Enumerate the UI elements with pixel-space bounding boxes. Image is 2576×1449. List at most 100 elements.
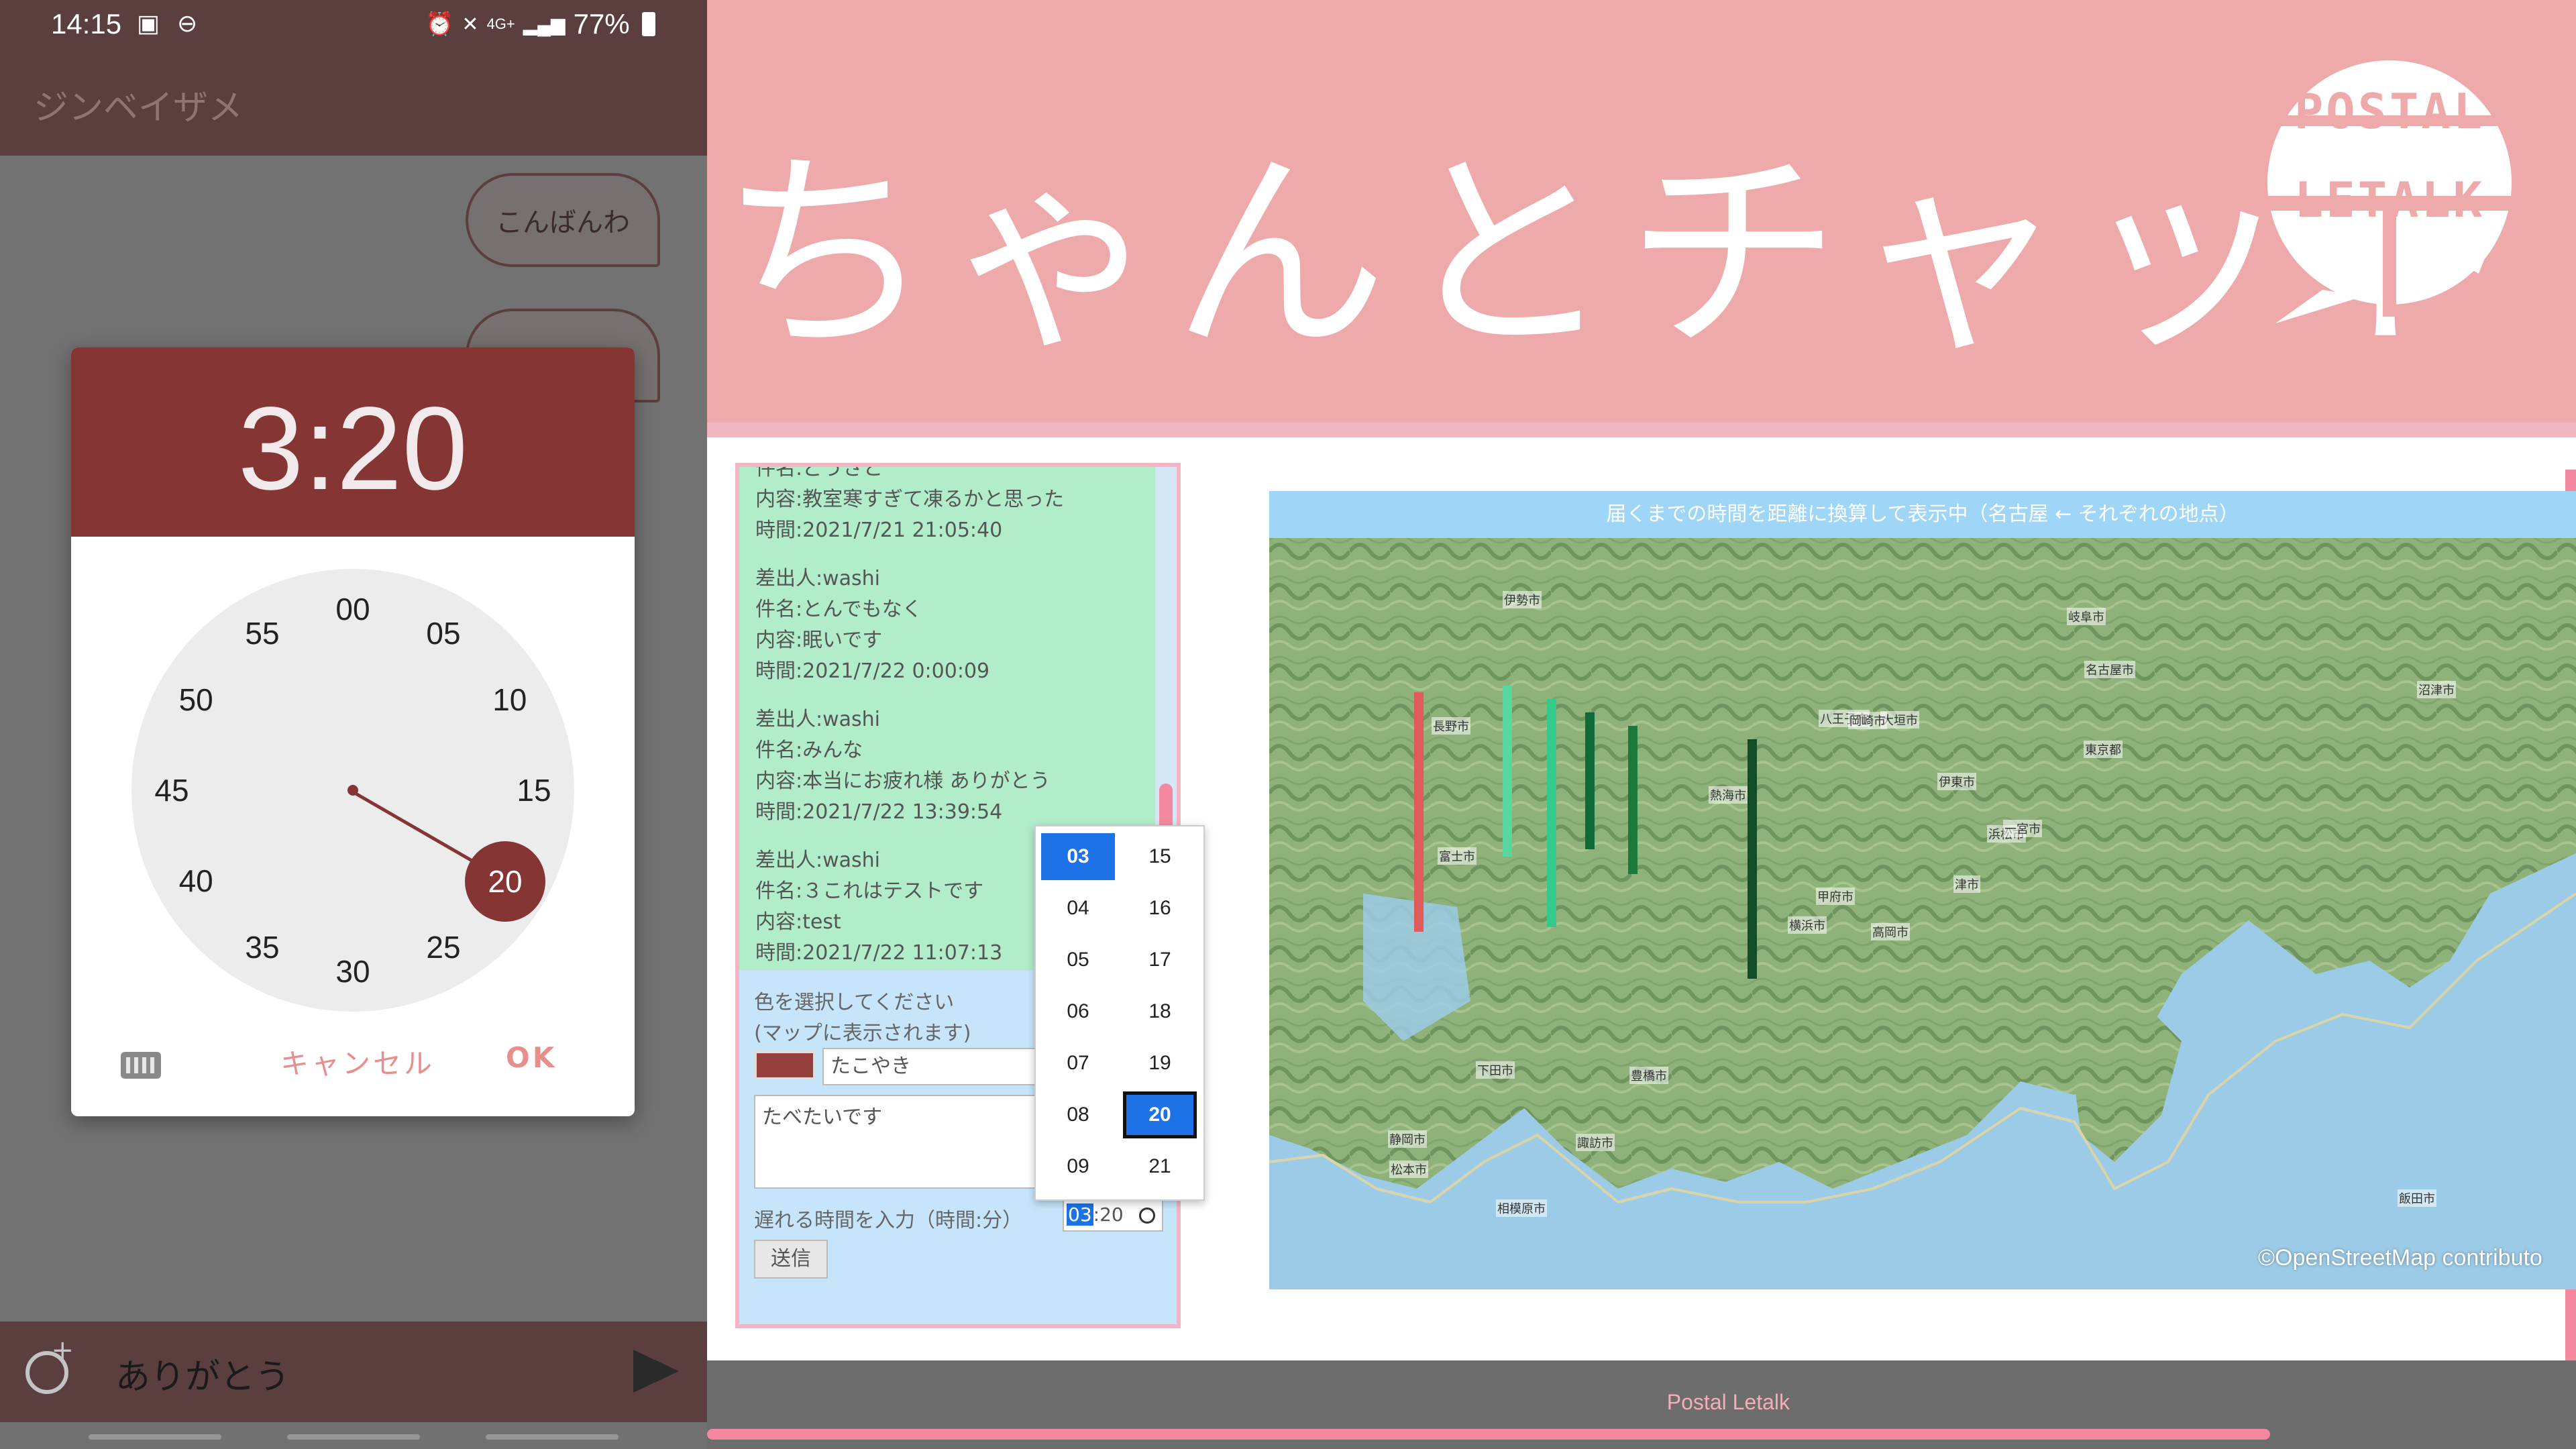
clock-face[interactable]: 00 05 10 15 25 30 35 40 45 50 55 20 xyxy=(131,569,574,1012)
map-town-label: 甲府市 xyxy=(1816,888,1855,905)
message-item[interactable]: 差出人:washi 件名:みんな内容:本当にお疲れ様 ありがとう 時間:2021/7… xyxy=(739,704,1155,828)
dropdown-hour-option[interactable]: 03 xyxy=(1041,833,1115,880)
status-time: 14:15 xyxy=(51,8,122,40)
color-label-line: (マップに表示されます) xyxy=(754,1022,971,1045)
logo-text-postal: POSTAL xyxy=(2294,83,2485,140)
map-town-label: 飯田市 xyxy=(2398,1189,2436,1207)
message-line: 件名:どうさと xyxy=(755,467,883,480)
battery-icon xyxy=(641,12,655,36)
content-textarea[interactable]: たべたいです xyxy=(754,1095,1056,1189)
dropdown-minute-option[interactable]: 21 xyxy=(1123,1143,1197,1190)
keyboard-icon[interactable] xyxy=(121,1052,161,1079)
web-app: 件名:どうさと 内容:教室寒すぎて凍るかと思った 時間:2021/7/21 21:0… xyxy=(707,423,2576,1449)
time-display[interactable]: 3:20 xyxy=(71,381,635,517)
send-button[interactable]: 送信 xyxy=(754,1240,828,1279)
distance-bar xyxy=(1547,699,1556,927)
title-input[interactable]: たこやき xyxy=(822,1048,1051,1085)
map-attribution[interactable]: ©OpenStreetMap contributo xyxy=(2258,1245,2542,1271)
battery-level: 77% xyxy=(573,8,630,40)
map-town-label: 松本市 xyxy=(1389,1161,1428,1178)
map-town-label: 長野市 xyxy=(1432,717,1470,735)
message-input-bar: ありがとう xyxy=(0,1322,707,1422)
message-line: 時間:2021/7/22 0:00:09 xyxy=(755,659,990,683)
dropdown-minute-option[interactable]: 19 xyxy=(1123,1040,1197,1087)
map-town-label: 沼津市 xyxy=(2417,681,2456,698)
time-input-hour[interactable]: 03 xyxy=(1067,1203,1093,1226)
dropdown-minute-option[interactable]: 16 xyxy=(1123,885,1197,932)
clock-number[interactable]: 15 xyxy=(507,770,561,810)
nav-recents-button[interactable] xyxy=(89,1434,221,1440)
map-town-label: 岡崎市 xyxy=(1848,712,1887,729)
message-line: 件名:とんでもなく xyxy=(755,598,922,621)
clock-number[interactable]: 50 xyxy=(169,680,223,720)
banner: ちゃんとチャット POSTAL LETALK xyxy=(707,0,2576,423)
clock-selected-minute[interactable]: 20 xyxy=(465,841,545,922)
cancel-button[interactable]: キャンセル xyxy=(280,1041,435,1082)
dropdown-minute-option[interactable]: 18 xyxy=(1123,988,1197,1035)
status-icons: ▣ ⊖ xyxy=(137,9,203,37)
distance-bar xyxy=(1503,686,1512,857)
message-line: 内容:本当にお疲れ様 ありがとう xyxy=(755,769,1051,793)
nav-back-button[interactable] xyxy=(486,1434,619,1440)
schedule-add-icon[interactable] xyxy=(25,1335,74,1394)
dropdown-hour-option[interactable]: 05 xyxy=(1041,936,1115,983)
message-line: 時間:2021/7/22 13:39:54 xyxy=(755,800,1003,824)
dropdown-minute-option[interactable]: 20 xyxy=(1123,1091,1197,1138)
map-town-label: 熱海市 xyxy=(1709,786,1748,804)
map-town-label: 豊橋市 xyxy=(1629,1067,1668,1084)
status-right: ⏰ ✕ 4G+ ▂▄▆ 77% xyxy=(425,8,655,40)
clock-number[interactable]: 30 xyxy=(326,951,380,991)
clock-number[interactable]: 40 xyxy=(169,861,223,901)
time-dropdown[interactable]: 03 04 05 06 07 08 09 15 16 17 18 19 20 21 xyxy=(1034,825,1205,1201)
chat-bubble[interactable]: こんばんわ xyxy=(466,173,660,267)
message-line: 件名:みんな xyxy=(755,739,863,762)
message-item[interactable]: 差出人:washi 件名:とんでもなく 内容:眠いです 時間:2021/7/22 0:… xyxy=(739,564,1155,687)
map-town-label: 名古屋市 xyxy=(2084,661,2135,678)
map-town-label: 富士市 xyxy=(1438,847,1477,865)
dropdown-hour-option[interactable]: 09 xyxy=(1041,1143,1115,1190)
distance-bar xyxy=(1414,692,1424,932)
clock-number[interactable]: 55 xyxy=(235,613,289,653)
message-line: 差出人:washi xyxy=(755,708,881,731)
postal-letalk-logo: POSTAL LETALK xyxy=(2262,48,2517,343)
dropdown-hour-option[interactable]: 04 xyxy=(1041,885,1115,932)
map[interactable]: 高岡市長野市甲府市静岡市浜松市豊橋市岐阜市大垣市名古屋市津市伊勢市飯田市富士市沼… xyxy=(1269,491,2576,1289)
nav-home-button[interactable] xyxy=(287,1434,420,1440)
navigation-bar xyxy=(0,1422,707,1449)
clock-number[interactable]: 10 xyxy=(483,680,537,720)
clock-number[interactable]: 05 xyxy=(417,613,470,653)
ok-button[interactable]: OK xyxy=(506,1041,557,1074)
clock-number[interactable]: 35 xyxy=(235,927,289,967)
dropdown-minute-option[interactable]: 17 xyxy=(1123,936,1197,983)
banner-title: ちゃんとチャット xyxy=(719,130,2531,380)
clock-number[interactable]: 45 xyxy=(145,770,199,810)
time-input-minute[interactable]: :20 xyxy=(1093,1203,1124,1226)
message-input[interactable]: ありがとう xyxy=(115,1348,290,1399)
map-town-label: 津市 xyxy=(1953,875,1980,893)
clock-icon[interactable] xyxy=(1139,1208,1155,1224)
delay-label: 遅れる時間を入力（時間:分） xyxy=(754,1209,1023,1232)
phone-screenshot: 14:15 ▣ ⊖ ⏰ ✕ 4G+ ▂▄▆ 77% ジンベイザメ こんばんわ 3… xyxy=(0,0,707,1449)
message-line: 差出人:washi xyxy=(755,567,881,590)
dropdown-hour-option[interactable]: 08 xyxy=(1041,1091,1115,1138)
status-bar: 14:15 ▣ ⊖ ⏰ ✕ 4G+ ▂▄▆ 77% xyxy=(0,0,707,48)
clock-number[interactable]: 00 xyxy=(326,589,380,629)
network-label: 4G+ xyxy=(486,15,515,32)
map-town-label: 諏訪市 xyxy=(1576,1134,1615,1151)
clock-number[interactable]: 25 xyxy=(417,927,470,967)
message-item[interactable]: 件名:どうさと 内容:教室寒すぎて凍るかと思った 時間:2021/7/21 21:0… xyxy=(739,467,1155,546)
dropdown-hour-option[interactable]: 07 xyxy=(1041,1040,1115,1087)
map-town-label: 伊勢市 xyxy=(1503,591,1542,608)
delay-time-input[interactable]: 03:20 xyxy=(1063,1198,1163,1232)
dropdown-hour-option[interactable]: 06 xyxy=(1041,988,1115,1035)
map-terrain xyxy=(1269,491,2576,1289)
send-icon[interactable] xyxy=(633,1350,679,1393)
color-picker[interactable] xyxy=(754,1051,816,1080)
map-town-label: 伊東市 xyxy=(1937,773,1976,790)
map-town-label: 一宮市 xyxy=(2003,820,2042,837)
clock-center xyxy=(347,785,358,796)
footer-stripe xyxy=(707,1429,2270,1440)
alarm-icon: ⏰ xyxy=(425,11,454,37)
dropdown-minute-option[interactable]: 15 xyxy=(1123,833,1197,880)
color-label: 色を選択してください (マップに表示されます) xyxy=(754,987,971,1049)
